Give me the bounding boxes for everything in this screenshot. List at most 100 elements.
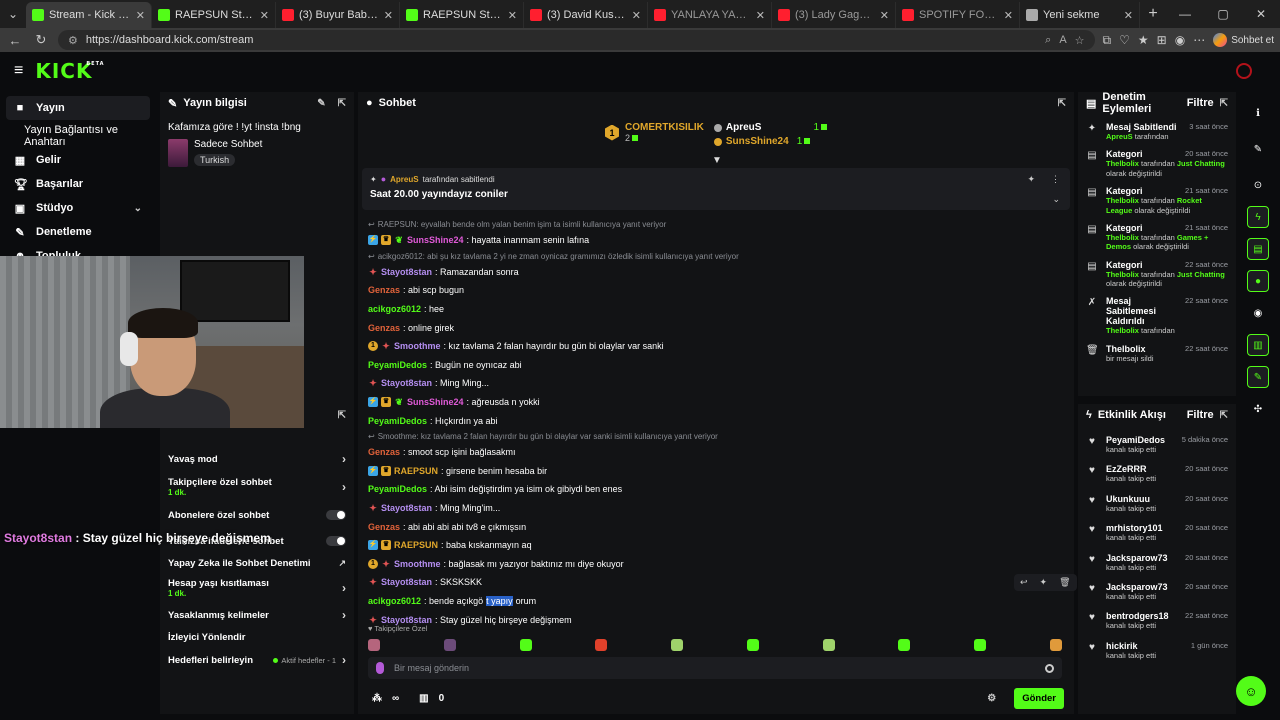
popout-icon[interactable]: ⇱ xyxy=(1220,98,1228,109)
moderation-entry[interactable]: ▤ Kategori 20 saat önce Thelbolix tarafında… xyxy=(1078,145,1236,182)
chat-username[interactable]: RAEPSUN xyxy=(394,540,438,550)
leader-name[interactable]: SunsShine24 xyxy=(726,136,789,147)
ai-moderation-row[interactable]: Yapay Zeka ile Sohbet Denetimi ↗ xyxy=(160,554,354,572)
chat-message[interactable]: ✦ Stayot8stan: Ming Ming'im... xyxy=(368,499,1068,518)
activity-entry[interactable]: ♥ PeyamiDedos 5 dakika önce kanalı takip et… xyxy=(1078,430,1236,459)
browser-tab[interactable]: (3) Buyur Baba Gel Adam ✕ xyxy=(276,2,400,28)
close-tab-icon[interactable]: ✕ xyxy=(508,9,517,22)
leader-name[interactable]: COMERTKISILIK xyxy=(625,122,704,133)
chat-username[interactable]: Genzas xyxy=(368,285,400,295)
chat-message[interactable]: PeyamiDedos: Abi isim değiştirdim ya isi… xyxy=(368,480,1068,499)
close-tab-icon[interactable]: ✕ xyxy=(136,9,145,22)
emote-icon[interactable] xyxy=(519,639,532,651)
copilot-button[interactable]: Sohbet et xyxy=(1213,33,1274,47)
chat-message[interactable]: Genzas: online girek xyxy=(368,318,1068,337)
browser-tab[interactable]: Stream - Kick Dashboard ✕ xyxy=(26,2,152,28)
followers-only-row[interactable]: Takipçilere özel sohbet 1 dk. › xyxy=(160,472,354,502)
browser-tab[interactable]: RAEPSUN Stream - Watch ✕ xyxy=(152,2,276,28)
chat-message[interactable]: PeyamiDedos: Bugün ne oynıcaz abi xyxy=(368,356,1068,375)
url-field[interactable]: ⚙ https://dashboard.kick.com/stream ⌕ A … xyxy=(58,30,1095,50)
moderation-entry[interactable]: 🗑︎ Thelbolix 22 saat önce bir mesajı sildi xyxy=(1078,340,1236,367)
note-action-icon[interactable]: ▤ xyxy=(1247,238,1269,260)
nav-denetleme[interactable]: ✎ Denetleme xyxy=(0,220,156,244)
chat-username[interactable]: SunsShine24 xyxy=(407,397,464,407)
leader-name[interactable]: ApreuS xyxy=(726,122,762,133)
chevron-down-icon[interactable]: ▼ xyxy=(712,155,722,166)
follower-name[interactable]: Ukunkuuu xyxy=(1106,494,1150,504)
activity-entry[interactable]: ♥ EzZeRRR 20 saat önce kanalı takip etti xyxy=(1078,459,1236,488)
chat-username[interactable]: Genzas xyxy=(368,323,400,333)
chat-username[interactable]: Stayot8stan xyxy=(381,378,432,388)
chat-message[interactable]: ⚡ ♛ ❦ SunsShine24: hayatta inanmam senin la… xyxy=(368,231,1068,250)
emote-icon[interactable] xyxy=(671,639,684,651)
close-tab-icon[interactable]: ✕ xyxy=(1124,9,1133,22)
close-tab-icon[interactable]: ✕ xyxy=(260,9,269,22)
nav-gelir[interactable]: ▦ Gelir xyxy=(0,148,156,172)
emote-icon[interactable] xyxy=(898,639,911,651)
moderation-entry[interactable]: ✗ Mesaj Sabitlemesi Kaldırıldı 22 saat önc… xyxy=(1078,292,1236,339)
filter-button[interactable]: Filtre xyxy=(1187,97,1214,109)
minimize-icon[interactable]: — xyxy=(1166,7,1204,21)
moderation-entry[interactable]: ✦ Mesaj Sabitlendi 3 saat önce ApreuS taraf… xyxy=(1078,118,1236,145)
delete-icon[interactable]: 🗑︎ xyxy=(1059,577,1070,588)
chat-message[interactable]: acikgoz6012: bende açıkgö t yapıy orum xyxy=(368,592,1068,611)
help-chat-button[interactable]: ☺ xyxy=(1236,676,1266,706)
browser-tab[interactable]: YANLAYA YANLAYA | SS ✕ xyxy=(648,2,772,28)
profile-avatar[interactable]: ◉ xyxy=(1175,33,1185,47)
emote-icon[interactable] xyxy=(822,639,835,651)
chat-settings-gear-icon[interactable]: ⚙ xyxy=(987,693,996,704)
emote-icon[interactable] xyxy=(595,639,608,651)
browser-essentials-icon[interactable]: ♡ xyxy=(1119,33,1130,47)
lightning-action-icon[interactable]: ϟ xyxy=(1247,206,1269,228)
close-tab-icon[interactable]: ✕ xyxy=(384,9,393,22)
close-tab-icon[interactable]: ✕ xyxy=(1004,9,1013,22)
chat-username[interactable]: Smoothme xyxy=(394,559,441,569)
pencil-icon[interactable]: ✎ xyxy=(1247,138,1269,160)
activity-entry[interactable]: ♥ bentrodgers18 22 saat önce kanalı takip e… xyxy=(1078,606,1236,635)
pinned-by-user[interactable]: ApreuS xyxy=(390,175,418,184)
unpin-icon[interactable]: ✦ xyxy=(1027,174,1035,185)
browser-tab[interactable]: Yeni sekme ✕ xyxy=(1020,2,1140,28)
chat-message[interactable]: Genzas: abi abi abi abi tv8 e çıkmışsın xyxy=(368,517,1068,536)
banned-words-row[interactable]: Yasaklanmış kelimeler › xyxy=(160,604,354,626)
chat-action-icon[interactable]: ● xyxy=(1247,270,1269,292)
chat-username[interactable]: SunsShine24 xyxy=(407,235,464,245)
chat-username[interactable]: acikgoz6012 xyxy=(368,304,421,314)
nav-studyo[interactable]: ▣ Stüdyo ⌄ xyxy=(0,196,156,220)
popout-icon[interactable]: ⇱ xyxy=(1058,98,1066,109)
extensions-icon[interactable]: ⧉ xyxy=(1103,33,1112,48)
chat-username[interactable]: Stayot8stan xyxy=(381,267,432,277)
chat-username[interactable]: Stayot8stan xyxy=(381,577,432,587)
reply-icon[interactable]: ↩ xyxy=(1020,577,1028,588)
chat-message[interactable]: Genzas: abi scp bugun xyxy=(368,281,1068,300)
back-icon[interactable]: ← xyxy=(6,33,24,48)
layout-action-icon[interactable]: ▥ xyxy=(1247,334,1269,356)
refresh-icon[interactable]: ↻ xyxy=(32,32,50,48)
activity-entry[interactable]: ♥ mrhistory101 20 saat önce kanalı takip et… xyxy=(1078,518,1236,547)
emote-picker-icon[interactable] xyxy=(1045,663,1054,673)
emote-icon[interactable] xyxy=(746,639,759,651)
activity-entry[interactable]: ♥ hickirik 1 gün önce kanalı takip etti xyxy=(1078,636,1236,665)
more-vertical-icon[interactable]: ⋮ xyxy=(1051,174,1060,185)
collections-icon[interactable]: ⊞ xyxy=(1157,33,1167,47)
chat-message[interactable]: ⚡ ♛ ❦ SunsShine24: ağreusda n yokki xyxy=(368,393,1068,412)
browser-tab[interactable]: (3) David Kushner - ✕ xyxy=(524,2,648,28)
more-options-icon[interactable]: ⋯ xyxy=(1193,33,1205,47)
chat-username[interactable]: PeyamiDedos xyxy=(368,360,427,370)
chat-message[interactable]: ✦ Stayot8stan: Ramazandan sonra xyxy=(368,263,1068,282)
reply-context[interactable]: ↩ RAEPSUN: eyvallah bende olm yalan beni… xyxy=(368,218,1068,231)
filter-button[interactable]: Filtre xyxy=(1187,409,1214,421)
expand-chevron-icon[interactable]: ⌄ xyxy=(1052,194,1060,205)
site-info-icon[interactable]: ⚙ xyxy=(68,34,78,47)
follower-name[interactable]: hickirik xyxy=(1106,641,1138,651)
moderation-entry[interactable]: ▤ Kategori 22 saat önce Thelbolix tarafında… xyxy=(1078,256,1236,293)
favorites-icon[interactable]: ★ xyxy=(1138,33,1149,47)
follower-name[interactable]: bentrodgers18 xyxy=(1106,611,1169,621)
popout-icon[interactable]: ⇱ xyxy=(338,98,346,109)
popout-icon[interactable]: ⇱ xyxy=(338,410,346,421)
tab-actions-menu-icon[interactable]: ⌄ xyxy=(0,0,26,28)
reply-context[interactable]: ↩ Smoothme: kız tavlama 2 falan hayırdır… xyxy=(368,430,1068,443)
close-tab-icon[interactable]: ✕ xyxy=(880,9,889,22)
browser-tab[interactable]: RAEPSUN Stream - Watch ✕ xyxy=(400,2,524,28)
emote-icon[interactable] xyxy=(443,639,456,651)
